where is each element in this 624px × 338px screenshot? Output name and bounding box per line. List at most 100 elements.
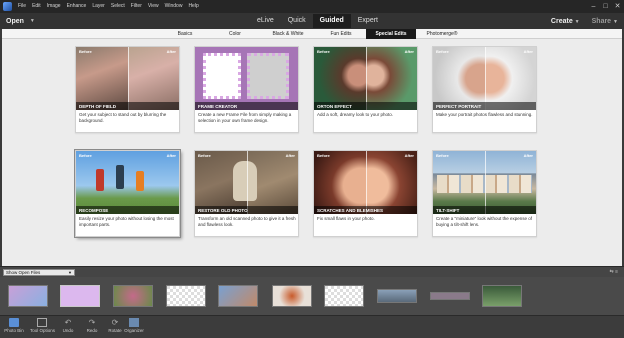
card-description: Add a soft, dreamy look to your photo. bbox=[317, 112, 394, 117]
before-label: Before bbox=[317, 49, 330, 54]
app-logo-icon bbox=[3, 2, 12, 11]
after-label: After bbox=[404, 49, 414, 54]
tab-guided[interactable]: Guided bbox=[312, 14, 351, 28]
redo-label: Redo bbox=[86, 328, 98, 333]
guided-panel: Basics Color Black & White Fun Edits Spe… bbox=[2, 29, 622, 266]
tab-elive[interactable]: eLive bbox=[250, 14, 281, 28]
tab-expert[interactable]: Expert bbox=[351, 14, 385, 28]
bin-source-label: Show Open Files bbox=[6, 270, 41, 275]
minimize-button[interactable]: – bbox=[589, 3, 598, 11]
open-button[interactable]: Open ▼ bbox=[6, 15, 35, 27]
after-label: After bbox=[285, 153, 295, 158]
card-depth-of-field[interactable]: Before After DEPTH OF FIELD Get your sub… bbox=[75, 46, 180, 133]
chevron-down-icon: ▼ bbox=[29, 18, 35, 24]
bin-thumbnail[interactable] bbox=[377, 289, 417, 303]
menu-file[interactable]: File bbox=[15, 0, 29, 13]
card-title: DEPTH OF FIELD bbox=[79, 104, 116, 109]
card-orton-effect[interactable]: Before After ORTON EFFECT Add a soft, dr… bbox=[313, 46, 418, 133]
card-scratches-and-blemishes[interactable]: Before After SCRATCHES AND BLEMISHES Fix… bbox=[313, 150, 418, 237]
card-title: RESTORE OLD PHOTO bbox=[198, 208, 248, 213]
before-label: Before bbox=[436, 49, 449, 54]
photo-bin-header: Show Open Files ▼ ⇆ ≡ bbox=[0, 266, 624, 277]
bin-thumbnail[interactable] bbox=[324, 285, 364, 307]
card-title: ORTON EFFECT bbox=[317, 104, 352, 109]
menu-help[interactable]: Help bbox=[185, 0, 201, 13]
card-title: TILT-SHIFT bbox=[436, 208, 460, 213]
create-button[interactable]: Create ▼ bbox=[551, 18, 580, 25]
mode-tabs: eLive Quick Guided Expert bbox=[250, 14, 385, 28]
bin-thumbnail[interactable] bbox=[113, 285, 153, 307]
photo-bin-button[interactable]: Photo Bin bbox=[2, 318, 26, 338]
photo-bin-icon bbox=[9, 318, 19, 327]
menu-layer[interactable]: Layer bbox=[89, 0, 108, 13]
menu-window[interactable]: Window bbox=[162, 0, 186, 13]
card-tilt-shift[interactable]: Before After TILT-SHIFT Create a "miniat… bbox=[432, 150, 537, 237]
card-title: FRAME CREATOR bbox=[198, 104, 238, 109]
bin-thumbnail[interactable] bbox=[272, 285, 312, 307]
after-label: After bbox=[523, 49, 533, 54]
card-thumbnail: FRAME CREATOR bbox=[195, 47, 298, 110]
menu-filter[interactable]: Filter bbox=[128, 0, 145, 13]
redo-button[interactable]: ↷ Redo bbox=[80, 318, 104, 338]
tab-color[interactable]: Color bbox=[222, 29, 248, 39]
card-restore-old-photo[interactable]: Before After RESTORE OLD PHOTO Transform… bbox=[194, 150, 299, 237]
card-thumbnail: Before After PERFECT PORTRAIT bbox=[433, 47, 536, 110]
before-label: Before bbox=[436, 153, 449, 158]
card-description: Fix small flaws in your photo. bbox=[317, 216, 375, 221]
card-description: Easily resize your photo without losing … bbox=[79, 216, 174, 227]
tab-special-edits[interactable]: Special Edits bbox=[366, 29, 416, 39]
tab-quick[interactable]: Quick bbox=[281, 14, 313, 28]
menu-view[interactable]: View bbox=[145, 0, 162, 13]
organizer-button[interactable]: Organizer bbox=[122, 318, 146, 338]
card-frame-creator[interactable]: FRAME CREATOR Create a new Frame File fr… bbox=[194, 46, 299, 133]
undo-button[interactable]: ↶ Undo bbox=[56, 318, 80, 338]
tool-options-button[interactable]: Tool Options bbox=[30, 318, 56, 338]
window-controls: – □ ✕ bbox=[589, 0, 622, 13]
card-thumbnail: Before After ORTON EFFECT bbox=[314, 47, 417, 110]
after-label: After bbox=[523, 153, 533, 158]
photo-bin-label: Photo Bin bbox=[4, 328, 24, 333]
bin-thumbnail[interactable] bbox=[60, 285, 100, 307]
bin-source-select[interactable]: Show Open Files ▼ bbox=[3, 269, 75, 276]
after-label: After bbox=[166, 153, 176, 158]
card-perfect-portrait[interactable]: Before After PERFECT PORTRAIT Make your … bbox=[432, 46, 537, 133]
bin-thumbnail[interactable] bbox=[218, 285, 258, 307]
menu-image[interactable]: Image bbox=[44, 0, 64, 13]
tool-options-icon bbox=[37, 318, 47, 327]
mode-actions: Create ▼ Share ▼ bbox=[551, 14, 618, 28]
menu-enhance[interactable]: Enhance bbox=[64, 0, 90, 13]
bin-thumbnail[interactable] bbox=[430, 292, 470, 300]
menu-bar: File Edit Image Enhance Layer Select Fil… bbox=[0, 0, 624, 13]
rotate-icon: ⟳ bbox=[111, 318, 119, 327]
card-thumbnail: Before After RECOMPOSE bbox=[76, 151, 179, 214]
organizer-icon bbox=[129, 318, 139, 327]
chevron-down-icon: ▼ bbox=[68, 270, 72, 275]
organizer-label: Organizer bbox=[124, 328, 144, 333]
bin-thumbnail[interactable] bbox=[8, 285, 48, 307]
tab-fun-edits[interactable]: Fun Edits bbox=[324, 29, 358, 39]
share-button[interactable]: Share ▼ bbox=[592, 18, 618, 25]
after-label: After bbox=[404, 153, 414, 158]
close-button[interactable]: ✕ bbox=[613, 3, 622, 11]
undo-icon: ↶ bbox=[64, 318, 72, 327]
card-title: PERFECT PORTRAIT bbox=[436, 104, 482, 109]
tab-black-white[interactable]: Black & White bbox=[266, 29, 310, 39]
card-description: Make your portrait photos flawless and s… bbox=[436, 112, 533, 117]
tool-options-label: Tool Options bbox=[30, 328, 56, 333]
bin-thumbnail[interactable] bbox=[482, 285, 522, 307]
before-label: Before bbox=[317, 153, 330, 158]
card-title: RECOMPOSE bbox=[79, 208, 109, 213]
tab-basics[interactable]: Basics bbox=[170, 29, 200, 39]
menu-edit[interactable]: Edit bbox=[29, 0, 44, 13]
before-label: Before bbox=[198, 153, 211, 158]
mode-bar: Open ▼ eLive Quick Guided Expert Create … bbox=[0, 13, 624, 29]
card-recompose[interactable]: Before After RECOMPOSE Easily resize you… bbox=[75, 150, 180, 237]
bin-thumbnail[interactable] bbox=[166, 285, 206, 307]
menu-select[interactable]: Select bbox=[108, 0, 128, 13]
tab-photomerge[interactable]: Photomerge® bbox=[422, 29, 462, 39]
chevron-down-icon: ▼ bbox=[613, 18, 618, 25]
maximize-button[interactable]: □ bbox=[601, 3, 610, 11]
chevron-down-icon: ▼ bbox=[574, 18, 580, 25]
bin-options-icon[interactable]: ⇆ ≡ bbox=[610, 269, 619, 275]
undo-label: Undo bbox=[62, 328, 74, 333]
